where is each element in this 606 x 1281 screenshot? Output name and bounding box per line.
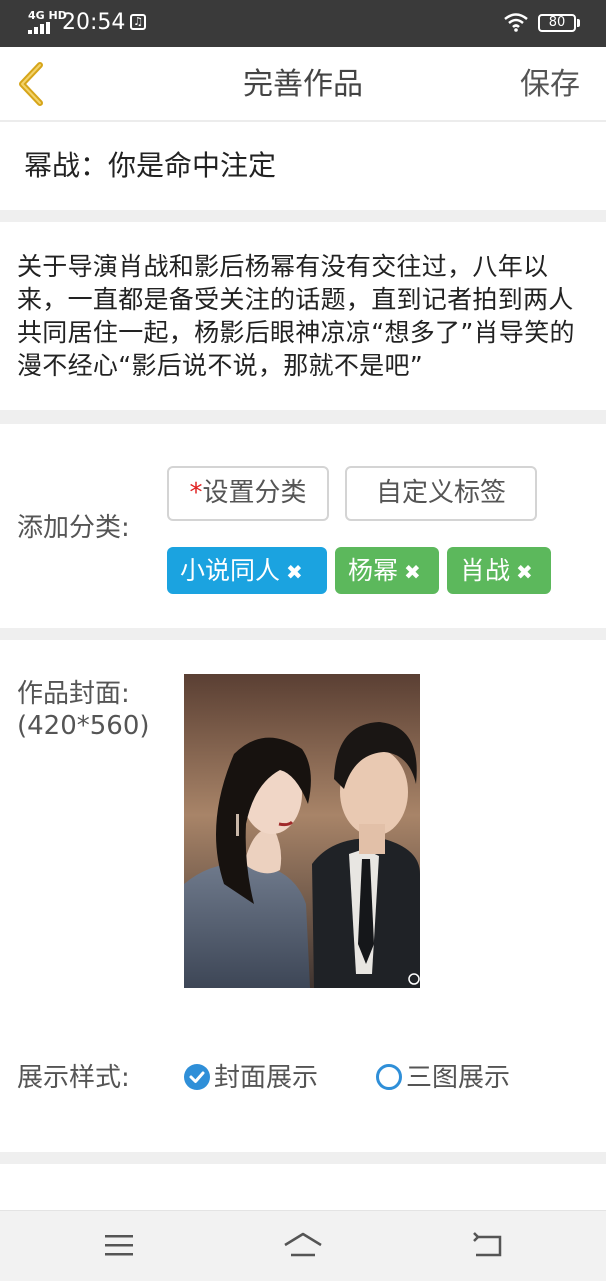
nav-bar: 完善作品 保存 — [0, 47, 606, 122]
category-label: 添加分类: — [17, 513, 130, 543]
work-description[interactable]: 关于导演肖战和影后杨幂有没有交往过，八年以来，一直都是备受关注的话题，直到记者拍… — [17, 250, 587, 382]
tag-label: 杨幂 — [348, 556, 399, 585]
work-description-section: 关于导演肖战和影后杨幂有没有交往过，八年以来，一直都是备受关注的话题，直到记者拍… — [0, 222, 606, 410]
set-category-label: 设置分类 — [202, 478, 307, 508]
battery-tip — [577, 19, 580, 27]
radio-label: 三图展示 — [406, 1063, 511, 1093]
set-category-button[interactable]: *设置分类 — [167, 466, 329, 521]
home-button[interactable] — [283, 1231, 323, 1261]
work-title[interactable]: 幂战：你是命中注定 — [24, 148, 276, 184]
clock: 20:54 — [62, 10, 126, 35]
wifi-icon — [504, 13, 528, 32]
cover-section: 作品封面: (420*560) 展示样式: 封面展示 三图展示 — [0, 640, 606, 1152]
cover-size-hint: (420*560) — [17, 711, 150, 741]
save-button[interactable]: 保存 — [520, 65, 580, 105]
radio-checked-icon — [184, 1064, 210, 1090]
system-nav-bar — [0, 1210, 606, 1281]
category-section: 添加分类: *设置分类 自定义标签 小说同人 ✖ 杨幂 ✖ 肖战 ✖ — [0, 424, 606, 628]
tag-chip[interactable]: 杨幂 ✖ — [335, 547, 439, 594]
work-title-section: 幂战：你是命中注定 — [0, 122, 606, 210]
signal-icon — [28, 22, 50, 34]
display-style-label: 展示样式: — [17, 1063, 130, 1093]
home-icon — [284, 1232, 322, 1257]
tag-label: 肖战 — [460, 556, 511, 585]
radio-unchecked-icon — [376, 1064, 402, 1090]
music-icon: ♫ — [130, 14, 146, 30]
tag-chip[interactable]: 肖战 ✖ — [447, 547, 551, 594]
battery-icon: 80 — [538, 14, 576, 32]
remove-tag-icon[interactable]: ✖ — [404, 560, 421, 584]
return-button[interactable] — [468, 1231, 508, 1261]
return-icon — [473, 1232, 502, 1257]
cover-label-text: 作品封面: — [17, 679, 130, 709]
tag-label: 小说同人 — [180, 556, 281, 585]
custom-tag-button[interactable]: 自定义标签 — [345, 466, 537, 521]
empty-section — [0, 1164, 606, 1210]
menu-icon — [105, 1235, 133, 1256]
page-title: 完善作品 — [243, 67, 363, 102]
remove-tag-icon[interactable]: ✖ — [516, 560, 533, 584]
cover-image[interactable] — [184, 674, 420, 988]
cover-photo — [184, 674, 420, 988]
tag-chip[interactable]: 小说同人 ✖ — [167, 547, 327, 594]
status-bar: 4G HD 20:54 ♫ 80 — [0, 0, 606, 47]
radio-label: 封面展示 — [214, 1063, 319, 1093]
cover-label: 作品封面: (420*560) — [17, 678, 150, 742]
radio-cover-display[interactable]: 封面展示 — [184, 1060, 318, 1096]
radio-three-image-display[interactable]: 三图展示 — [376, 1060, 510, 1096]
remove-tag-icon[interactable]: ✖ — [286, 560, 303, 584]
menu-button[interactable] — [99, 1231, 139, 1261]
required-mark: * — [189, 478, 203, 508]
